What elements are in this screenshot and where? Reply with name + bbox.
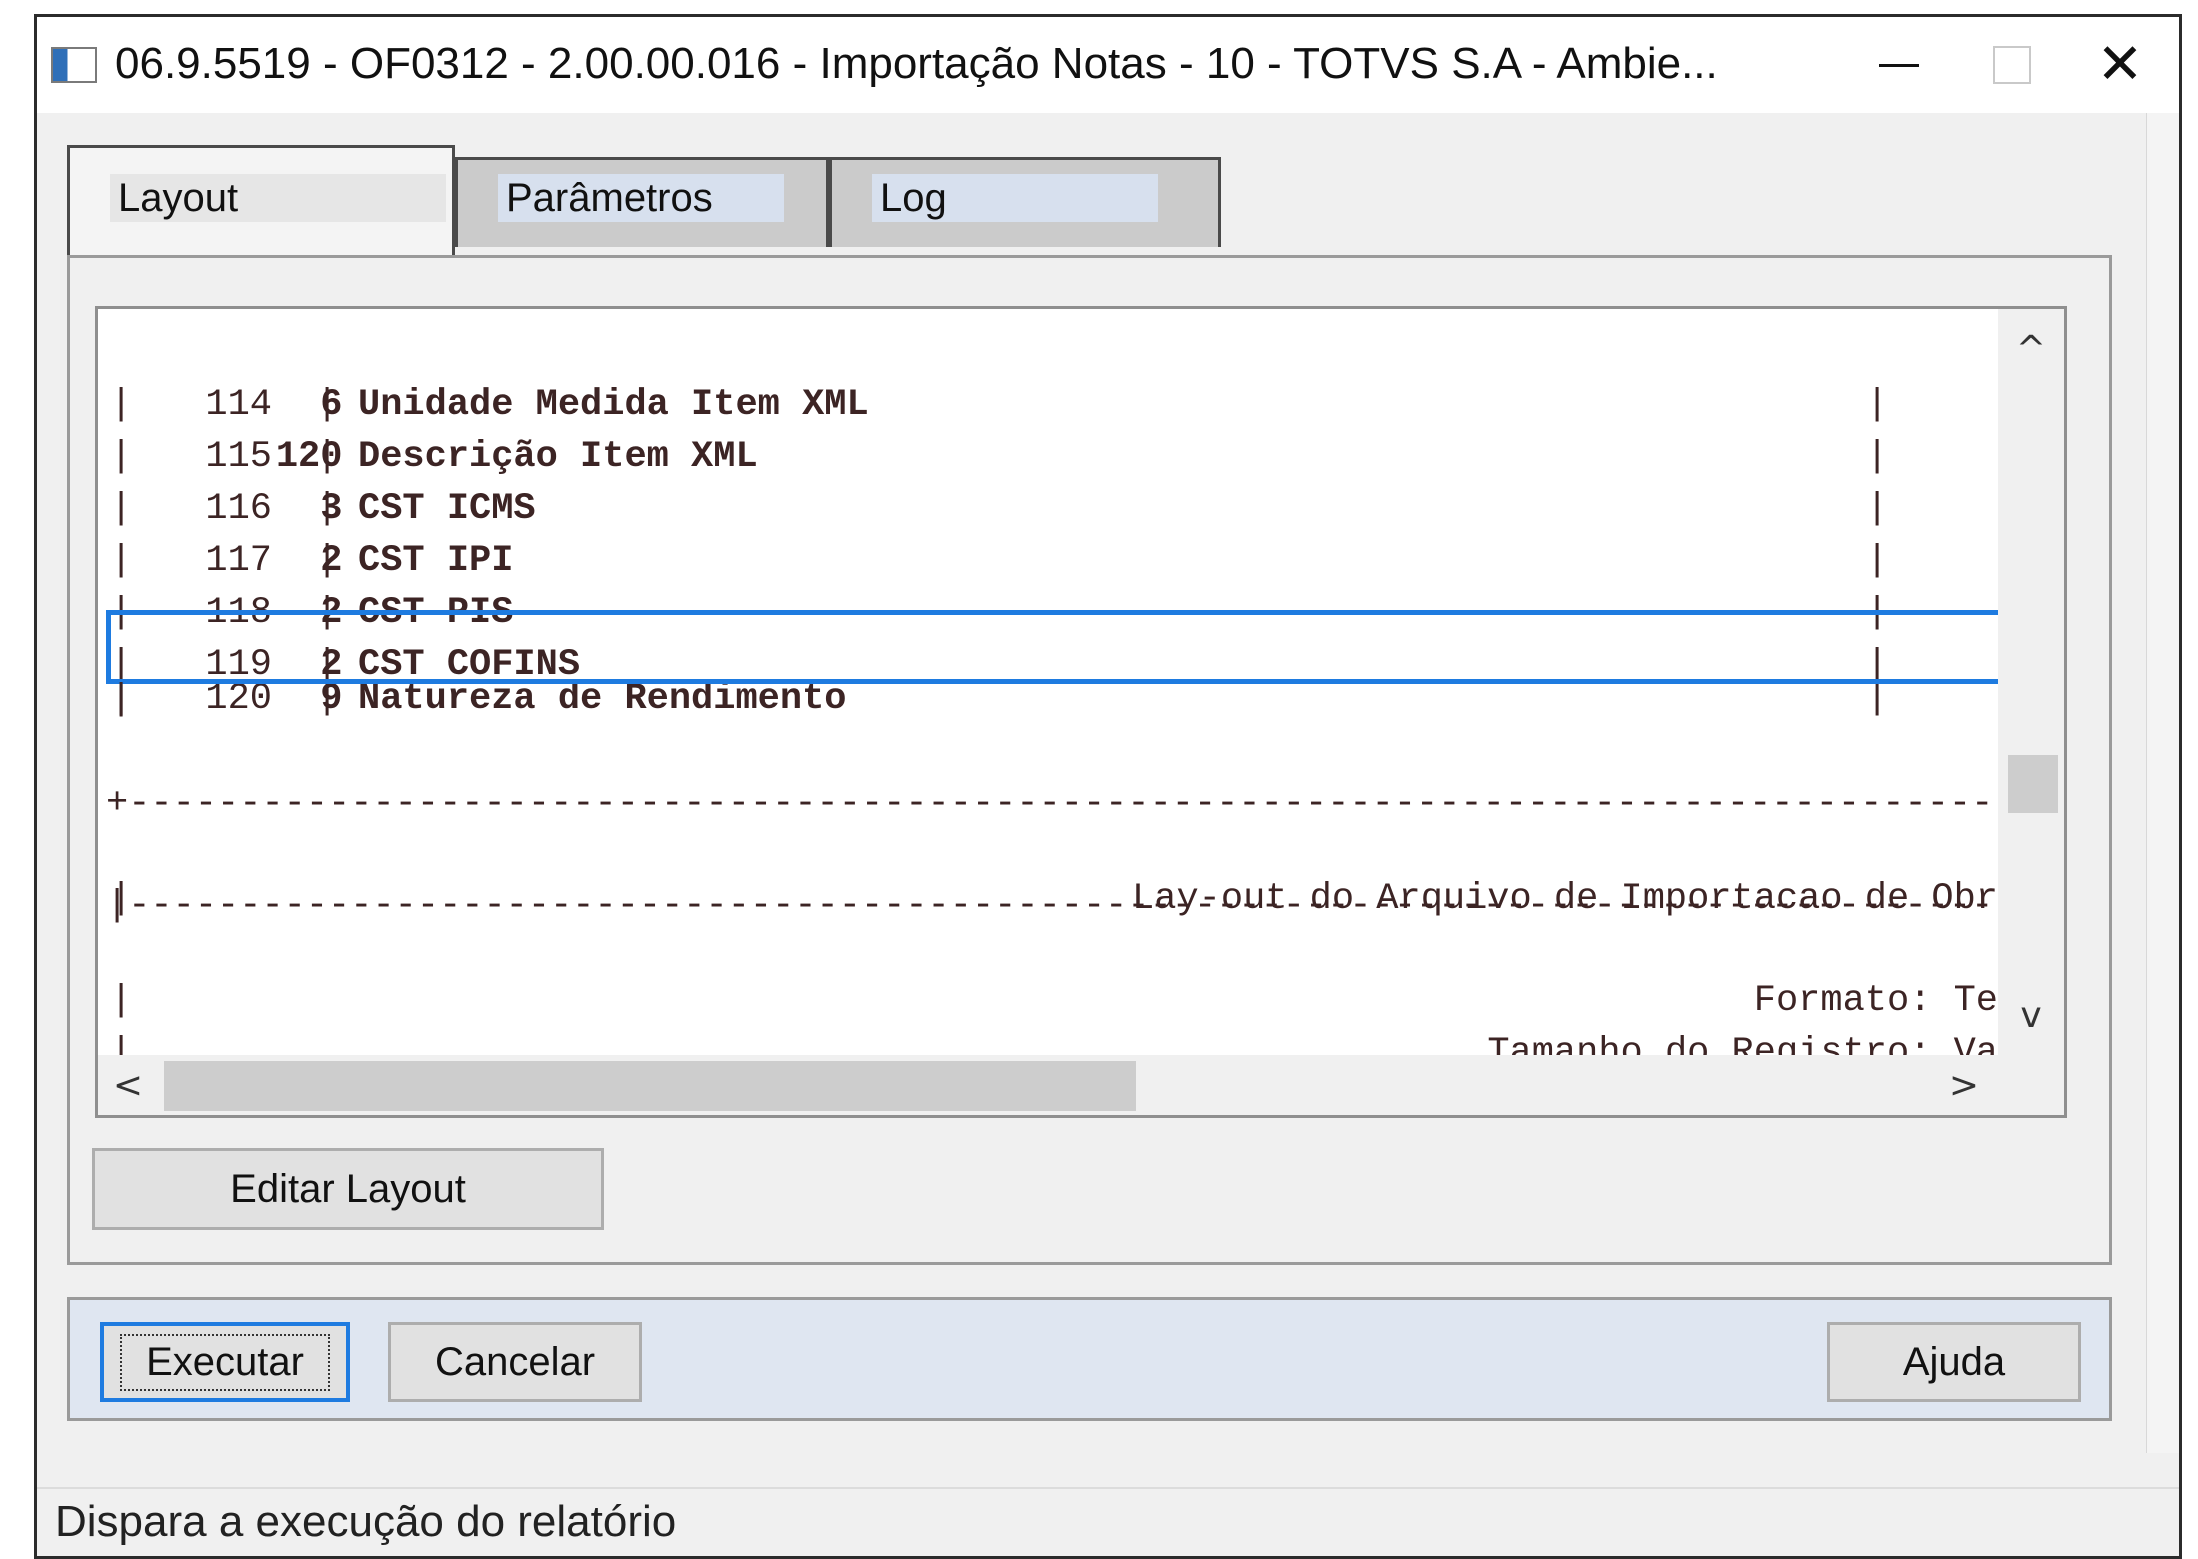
separator-line: +---------------------------------------… [106, 783, 1996, 825]
minimize-icon [1879, 63, 1919, 67]
horizontal-scrollbar[interactable]: < > [98, 1055, 2064, 1115]
cancel-button[interactable]: Cancelar [388, 1322, 642, 1402]
close-icon: ✕ [2096, 32, 2144, 97]
title-bar[interactable]: 06.9.5519 - OF0312 - 2.00.00.016 - Impor… [37, 17, 2179, 113]
execute-label: Executar [120, 1333, 330, 1391]
vertical-scrollbar[interactable]: ^ v [1998, 309, 2064, 1055]
close-button[interactable]: ✕ [2065, 27, 2175, 103]
scroll-up-icon[interactable]: ^ [1998, 319, 2064, 379]
tab-parametros[interactable]: Parâmetros [455, 157, 829, 247]
scroll-left-icon[interactable]: < [98, 1055, 158, 1115]
tab-container: Layout Parâmetros Log | 114 | Unidade Medid… [67, 145, 2117, 1267]
separator-line: |---------------------------------------… [106, 885, 1996, 927]
window-side-strip [2146, 113, 2179, 1453]
tab-label: Log [872, 174, 1158, 222]
window-title: 06.9.5519 - OF0312 - 2.00.00.016 - Impor… [115, 39, 1718, 88]
tab-log[interactable]: Log [829, 157, 1221, 247]
scroll-right-icon[interactable]: > [1934, 1055, 1994, 1115]
list-item: | 114 | Unidade Medida Item XML | 6 [110, 384, 1889, 426]
list-item: | 117 | CST IPI | 2 [110, 540, 1889, 582]
minimize-button[interactable] [1844, 27, 1954, 103]
header-line: | Lay-out do Arquivo de Importacao de Obr [98, 821, 1998, 920]
status-bar: Dispara a execução do relatório [37, 1487, 2179, 1556]
maximize-button[interactable] [1957, 27, 2067, 103]
highlight-box [106, 610, 1998, 684]
edit-layout-button[interactable]: Editar Layout [92, 1148, 604, 1230]
list-item: | 116 | CST ICMS | 3 [110, 488, 1889, 530]
app-window: 06.9.5519 - OF0312 - 2.00.00.016 - Impor… [34, 14, 2182, 1559]
record-size-text: Tamanho do Registro: Va [1487, 1032, 1998, 1055]
layout-listing[interactable]: | 114 | Unidade Medida Item XML | 6 | 115 | Desc… [95, 306, 2067, 1118]
help-button[interactable]: Ajuda [1827, 1322, 2081, 1402]
layout-text-area[interactable]: | 114 | Unidade Medida Item XML | 6 | 115 | Desc… [98, 309, 1998, 1055]
tab-label: Layout [110, 174, 446, 222]
status-text: Dispara a execução do relatório [55, 1497, 677, 1546]
horizontal-scroll-thumb[interactable] [164, 1061, 1136, 1111]
vertical-scroll-thumb[interactable] [2008, 755, 2058, 813]
tab-layout[interactable]: Layout [67, 145, 455, 255]
scroll-down-icon[interactable]: v [1998, 985, 2064, 1045]
app-icon [51, 47, 97, 83]
format-line: | Formato: Te [98, 923, 1998, 1022]
layout-tab-panel: | 114 | Unidade Medida Item XML | 6 | 115 | Desc… [67, 255, 2112, 1265]
list-item: | 118 | CST PIS | 2 [110, 592, 1889, 634]
action-button-bar: Executar Cancelar Ajuda [67, 1297, 2112, 1421]
tab-label: Parâmetros [498, 174, 784, 222]
record-size-line: | Tamanho do Registro: Va [98, 975, 1998, 1055]
pipe-char: | [110, 679, 133, 721]
list-item: | 115 | Descrição Item XML | 120 [110, 436, 1889, 478]
maximize-icon [1993, 46, 2031, 84]
execute-button[interactable]: Executar [100, 1322, 350, 1402]
